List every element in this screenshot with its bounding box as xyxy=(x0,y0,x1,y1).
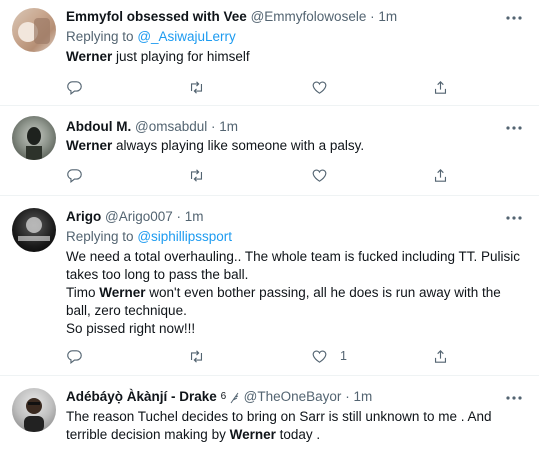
tweet-text-normal: Timo xyxy=(66,285,100,300)
retweet-button[interactable] xyxy=(188,77,205,97)
share-button[interactable] xyxy=(432,165,449,185)
tweet-text-normal: The reason Tuchel decides to bring on Sa… xyxy=(66,409,492,424)
tweet-text-line: Timo Werner won't even bother passing, a… xyxy=(66,284,523,302)
reply-button[interactable] xyxy=(66,165,83,185)
tweet-text-normal: So pissed right now!!! xyxy=(66,321,196,336)
tweet-text-normal: always playing like someone with a palsy… xyxy=(112,138,365,153)
tweet[interactable]: Abdoul M. @omsabdul · 1m Werner always p… xyxy=(0,106,539,196)
replying-to-line: Replying to @siphillipssport xyxy=(66,228,232,246)
display-name[interactable]: Adébáyọ̀ Àkànjí - Drake xyxy=(66,389,217,404)
tweet-text-bold: Werner xyxy=(66,49,113,64)
tweet-text-bold: Werner xyxy=(66,138,113,153)
feather-icon xyxy=(230,391,240,404)
tweet[interactable]: Adébáyọ̀ Àkànjí - Drake 6 @TheOneBayor ·… xyxy=(0,376,539,452)
name-suffix: 6 xyxy=(220,391,227,402)
user-handle[interactable]: @TheOneBayor xyxy=(244,389,342,404)
avatar[interactable] xyxy=(12,116,56,160)
reply-icon xyxy=(67,80,82,95)
tweet-text-line: The reason Tuchel decides to bring on Sa… xyxy=(66,408,523,426)
retweet-button[interactable] xyxy=(188,346,205,366)
tweet-text: Werner just playing for himself xyxy=(66,48,523,66)
avatar[interactable] xyxy=(12,388,56,432)
tweet-text: The reason Tuchel decides to bring on Sa… xyxy=(66,408,523,444)
avatar[interactable] xyxy=(12,208,56,252)
display-name[interactable]: Abdoul M. xyxy=(66,119,131,134)
tweet-text-line: So pissed right now!!! xyxy=(66,320,523,338)
share-icon xyxy=(434,349,447,363)
more-icon[interactable] xyxy=(503,212,525,230)
like-button[interactable] xyxy=(311,165,328,185)
tweet-timestamp[interactable]: 1m xyxy=(219,119,238,134)
display-name[interactable]: Emmyfol obsessed with Vee xyxy=(66,9,247,24)
tweet-text-normal: We need a total overhauling.. The whole … xyxy=(66,249,521,264)
retweet-icon xyxy=(190,168,203,182)
tweet-timestamp[interactable]: 1m xyxy=(353,389,372,404)
reply-button[interactable] xyxy=(66,346,83,366)
replying-to-mention[interactable]: @_AsiwajuLerry xyxy=(137,29,236,44)
display-name[interactable]: Arigo xyxy=(66,209,101,224)
like-icon xyxy=(312,169,327,182)
tweet-timestamp[interactable]: 1m xyxy=(185,209,204,224)
replying-to-mention[interactable]: @siphillipssport xyxy=(137,229,232,244)
like-icon xyxy=(312,81,327,94)
like-icon xyxy=(312,350,327,363)
replying-to-label: Replying to xyxy=(66,29,134,44)
tweet-text-normal: won't even bother passing, all he does i… xyxy=(145,285,501,300)
retweet-icon xyxy=(190,349,203,363)
tweet[interactable]: Emmyfol obsessed with Vee @Emmyfolowosel… xyxy=(0,0,539,106)
separator-dot: · xyxy=(345,389,350,404)
tweet-text-bold: Werner xyxy=(99,285,146,300)
share-button[interactable] xyxy=(432,346,449,366)
user-handle[interactable]: @omsabdul xyxy=(135,119,207,134)
avatar[interactable] xyxy=(12,8,56,52)
separator-dot: · xyxy=(370,9,375,24)
replying-to-line: Replying to @_AsiwajuLerry xyxy=(66,28,236,46)
tweet-text-normal: today . xyxy=(275,427,321,442)
share-icon xyxy=(434,80,447,94)
like-button[interactable]: 1 xyxy=(311,346,347,366)
user-handle[interactable]: @Arigo007 xyxy=(105,209,173,224)
like-button[interactable] xyxy=(311,77,328,97)
tweet-actions xyxy=(66,165,449,185)
tweet[interactable]: Arigo @Arigo007 · 1m Replying to @siphil… xyxy=(0,196,539,376)
user-handle[interactable]: @Emmyfolowosele xyxy=(251,9,367,24)
tweet-timestamp[interactable]: 1m xyxy=(378,9,397,24)
replying-to-label: Replying to xyxy=(66,229,134,244)
tweet-text: Werner always playing like someone with … xyxy=(66,137,523,155)
retweet-button[interactable] xyxy=(188,165,205,185)
share-icon xyxy=(434,168,447,182)
tweet-text-normal: terrible decision making by xyxy=(66,427,230,442)
retweet-icon xyxy=(190,80,203,94)
reply-button[interactable] xyxy=(66,77,83,97)
tweet-text-normal: just playing for himself xyxy=(112,49,250,64)
separator-dot: · xyxy=(211,119,216,134)
tweet-text-normal: ball, zero technique. xyxy=(66,303,187,318)
separator-dot: · xyxy=(176,209,182,224)
more-icon[interactable] xyxy=(503,12,525,30)
tweet-text-line: ball, zero technique. xyxy=(66,302,523,320)
tweet-actions: 1 xyxy=(66,346,449,366)
reply-icon xyxy=(67,168,82,183)
tweet-actions xyxy=(66,77,449,97)
tweet-text-bold: Werner xyxy=(229,427,276,442)
share-button[interactable] xyxy=(432,77,449,97)
tweet-text-normal: takes too long to pass the ball. xyxy=(66,267,249,282)
tweet-text-line: terrible decision making by Werner today… xyxy=(66,426,523,444)
like-count: 1 xyxy=(340,349,347,363)
tweet-text-line: takes too long to pass the ball. xyxy=(66,266,523,284)
reply-icon xyxy=(67,349,82,364)
tweet-text: We need a total overhauling.. The whole … xyxy=(66,248,523,338)
tweet-text-line: We need a total overhauling.. The whole … xyxy=(66,248,523,266)
